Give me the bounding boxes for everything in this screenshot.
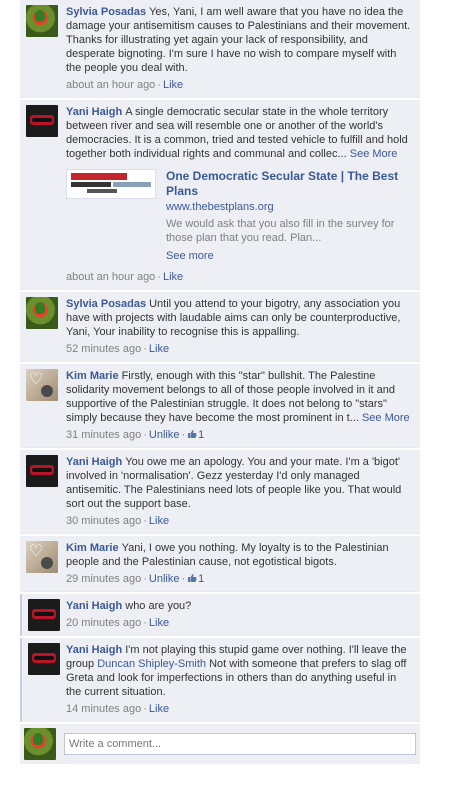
separator-dot: · (157, 271, 161, 283)
comment: Yani Haigh You owe me an apology. You and… (20, 450, 420, 534)
comment-meta: 29 minutes ago · Unlike · 1 (66, 572, 414, 586)
attachment-url: www.thebestplans.org (166, 201, 274, 213)
comment-author[interactable]: Sylvia Posadas (66, 298, 146, 310)
avatar[interactable] (26, 5, 58, 37)
avatar (24, 728, 56, 760)
mention-link[interactable]: Duncan Shipley-Smith (97, 658, 206, 670)
separator-dot: · (143, 617, 147, 629)
unlike-link[interactable]: Unlike (149, 429, 180, 441)
comment-author[interactable]: Sylvia Posadas (66, 6, 146, 18)
separator-dot: · (157, 79, 161, 91)
like-link[interactable]: Like (149, 343, 169, 355)
like-link[interactable]: Like (163, 79, 183, 91)
comment-body: Sylvia Posadas Yes, Yani, I am well aware… (66, 5, 414, 75)
comment-body: Yani Haigh A single democratic secular st… (66, 105, 414, 161)
see-more-link[interactable]: See More (350, 148, 398, 160)
comment-author[interactable]: Kim Marie (66, 542, 119, 554)
comment-author[interactable]: Kim Marie (66, 370, 119, 382)
comment-meta: 20 minutes ago · Like (66, 616, 414, 630)
comment-input[interactable] (64, 733, 416, 755)
comment-composer (20, 724, 420, 764)
comment-body: Kim Marie Firstly, enough with this "star… (66, 369, 414, 425)
comment-timestamp[interactable]: about an hour ago (66, 271, 155, 283)
comment-author[interactable]: Yani Haigh (66, 456, 122, 468)
comment-timestamp[interactable]: 14 minutes ago (66, 703, 141, 715)
comment-body: Yani Haigh I'm not playing this stupid ga… (66, 643, 414, 699)
avatar[interactable] (26, 105, 58, 137)
see-more-link[interactable]: See More (362, 412, 410, 424)
attachment-info: One Democratic Secular State | The Best … (166, 169, 414, 262)
comment-body: Yani Haigh You owe me an apology. You and… (66, 455, 414, 511)
avatar[interactable] (28, 599, 60, 631)
comment-timestamp[interactable]: 20 minutes ago (66, 617, 141, 629)
avatar[interactable] (28, 643, 60, 675)
comment: Yani Haigh A single democratic secular st… (20, 100, 420, 290)
like-link[interactable]: Like (149, 703, 169, 715)
separator-dot: · (143, 573, 147, 585)
separator-dot: · (143, 703, 147, 715)
like-count[interactable]: 1 (198, 573, 204, 585)
comment: Kim MarieYani, I owe you nothing. My loy… (20, 536, 420, 592)
separator-dot: · (181, 573, 186, 585)
attachment-thumbnail[interactable] (66, 169, 156, 199)
comment: Sylvia Posadas Yes, Yani, I am well aware… (20, 0, 420, 98)
comment-author[interactable]: Yani Haigh (66, 600, 122, 612)
thumbs-up-icon[interactable] (187, 429, 197, 439)
attachment-title[interactable]: One Democratic Secular State | The Best … (166, 169, 414, 199)
link-attachment: One Democratic Secular State | The Best … (66, 169, 414, 262)
comment-body: Kim Marie Yani, I owe you nothing. My loy… (66, 541, 414, 569)
comment-text: who are you? (125, 600, 192, 612)
comment-timestamp[interactable]: 31 minutes ago (66, 429, 141, 441)
avatar[interactable] (26, 297, 58, 329)
comment-body: Yani Haigh who are you? (66, 599, 414, 613)
comment: Yani Haigh who are you? 20 minutes ago · Li… (20, 594, 420, 636)
comment-author[interactable]: Yani Haigh (66, 106, 122, 118)
comment-meta: 14 minutes ago · Like (66, 702, 414, 716)
comment-timestamp[interactable]: about an hour ago (66, 79, 155, 91)
separator-dot: · (143, 343, 147, 355)
comment-meta: about an hour ago · Like (66, 78, 414, 92)
comment-timestamp[interactable]: 30 minutes ago (66, 515, 141, 527)
attachment-see-more-link[interactable]: See more (166, 250, 414, 262)
avatar[interactable] (26, 455, 58, 487)
comment-author[interactable]: Yani Haigh (66, 644, 122, 656)
comment-body: Sylvia Posadas Until you attend to your b… (66, 297, 414, 339)
comment-meta: 31 minutes ago · Unlike · 1 (66, 428, 414, 442)
comment: Kim MarieFirstly, enough with this "star… (20, 364, 420, 448)
comment-thread: Sylvia Posadas Yes, Yani, I am well aware… (20, 0, 420, 801)
comment-timestamp[interactable]: 52 minutes ago (66, 343, 141, 355)
like-count[interactable]: 1 (198, 429, 204, 441)
avatar[interactable] (26, 541, 58, 573)
separator-dot: · (181, 429, 186, 441)
attachment-description: We would ask that you also fill in the s… (166, 218, 395, 244)
separator-dot: · (143, 515, 147, 527)
comment-timestamp[interactable]: 29 minutes ago (66, 573, 141, 585)
like-link[interactable]: Like (149, 515, 169, 527)
comment-meta: 52 minutes ago · Like (66, 342, 414, 356)
like-link[interactable]: Like (149, 617, 169, 629)
separator-dot: · (143, 429, 147, 441)
comment: Yani Haigh I'm not playing this stupid ga… (20, 638, 420, 722)
unlike-link[interactable]: Unlike (149, 573, 180, 585)
comment-meta: 30 minutes ago · Like (66, 514, 414, 528)
comment-meta: about an hour ago · Like (66, 270, 414, 284)
thumbs-up-icon[interactable] (187, 573, 197, 583)
avatar[interactable] (26, 369, 58, 401)
comment: Sylvia Posadas Until you attend to your b… (20, 292, 420, 362)
like-link[interactable]: Like (163, 271, 183, 283)
